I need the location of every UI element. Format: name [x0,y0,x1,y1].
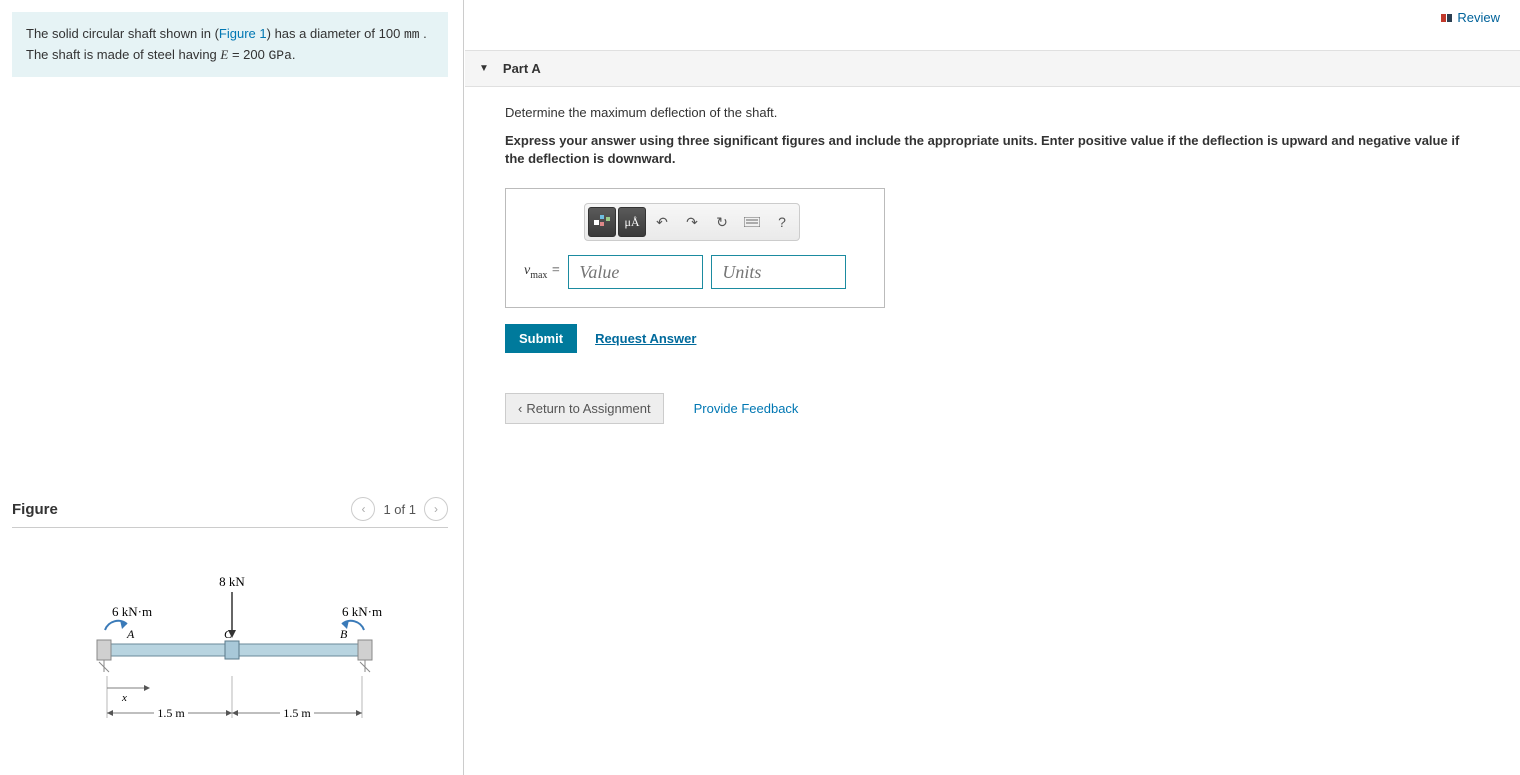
problem-text-2: ) has a diameter of 100 [267,26,404,41]
pane-divider [463,0,464,775]
label-b: B [340,627,348,641]
feedback-link[interactable]: Provide Feedback [694,401,799,416]
help-button[interactable]: ? [768,207,796,237]
answer-toolbar: μÅ ↶ ↷ ↻ ? [584,203,800,241]
return-label: Return to Assignment [526,401,650,416]
variable-label: vmax = [524,263,560,281]
review-icon [1441,14,1453,22]
template-button[interactable] [588,207,616,237]
undo-button[interactable]: ↶ [648,207,676,237]
label-moment-left: 6 kN·m [112,604,152,619]
label-force: 8 kN [219,574,245,589]
unit-mm: mm [404,27,420,42]
part-a-instruction: Express your answer using three signific… [505,132,1480,168]
units-button[interactable]: μÅ [618,207,646,237]
part-a-header[interactable]: ▼ Part A [465,50,1520,87]
problem-text-4: = 200 [228,47,268,62]
unit-gpa: GPa [268,48,291,63]
figure-diagram: 8 kN 6 kN·m 6 kN·m A C B [12,548,448,761]
review-label: Review [1457,10,1500,25]
redo-button[interactable]: ↷ [678,207,706,237]
return-button[interactable]: ‹ Return to Assignment [505,393,664,424]
chevron-left-icon: ‹ [518,401,522,416]
keyboard-button[interactable] [738,207,766,237]
submit-button[interactable]: Submit [505,324,577,353]
label-moment-right: 6 kN·m [342,604,382,619]
label-span-right: 1.5 m [283,706,311,720]
problem-text-5: . [292,47,296,62]
figure-header: Figure ‹ 1 of 1 › [12,497,448,528]
request-answer-link[interactable]: Request Answer [595,331,696,346]
part-a-prompt: Determine the maximum deflection of the … [505,105,1480,120]
figure-title: Figure [12,501,58,518]
review-link[interactable]: Review [1441,10,1500,25]
label-x: x [121,692,127,704]
answer-box: μÅ ↶ ↷ ↻ ? vmax = [505,188,885,308]
label-span-left: 1.5 m [157,706,185,720]
problem-statement: The solid circular shaft shown in (Figur… [12,12,448,77]
units-input[interactable] [711,255,846,289]
figure-pager: 1 of 1 [383,502,416,517]
label-a: A [126,627,135,641]
figure-next-button[interactable]: › [424,497,448,521]
figure-link[interactable]: Figure 1 [219,26,267,41]
problem-text-1: The solid circular shaft shown in ( [26,26,219,41]
reset-button[interactable]: ↻ [708,207,736,237]
collapse-icon: ▼ [479,63,489,74]
part-a-title: Part A [503,61,541,76]
figure-prev-button[interactable]: ‹ [351,497,375,521]
value-input[interactable] [568,255,703,289]
